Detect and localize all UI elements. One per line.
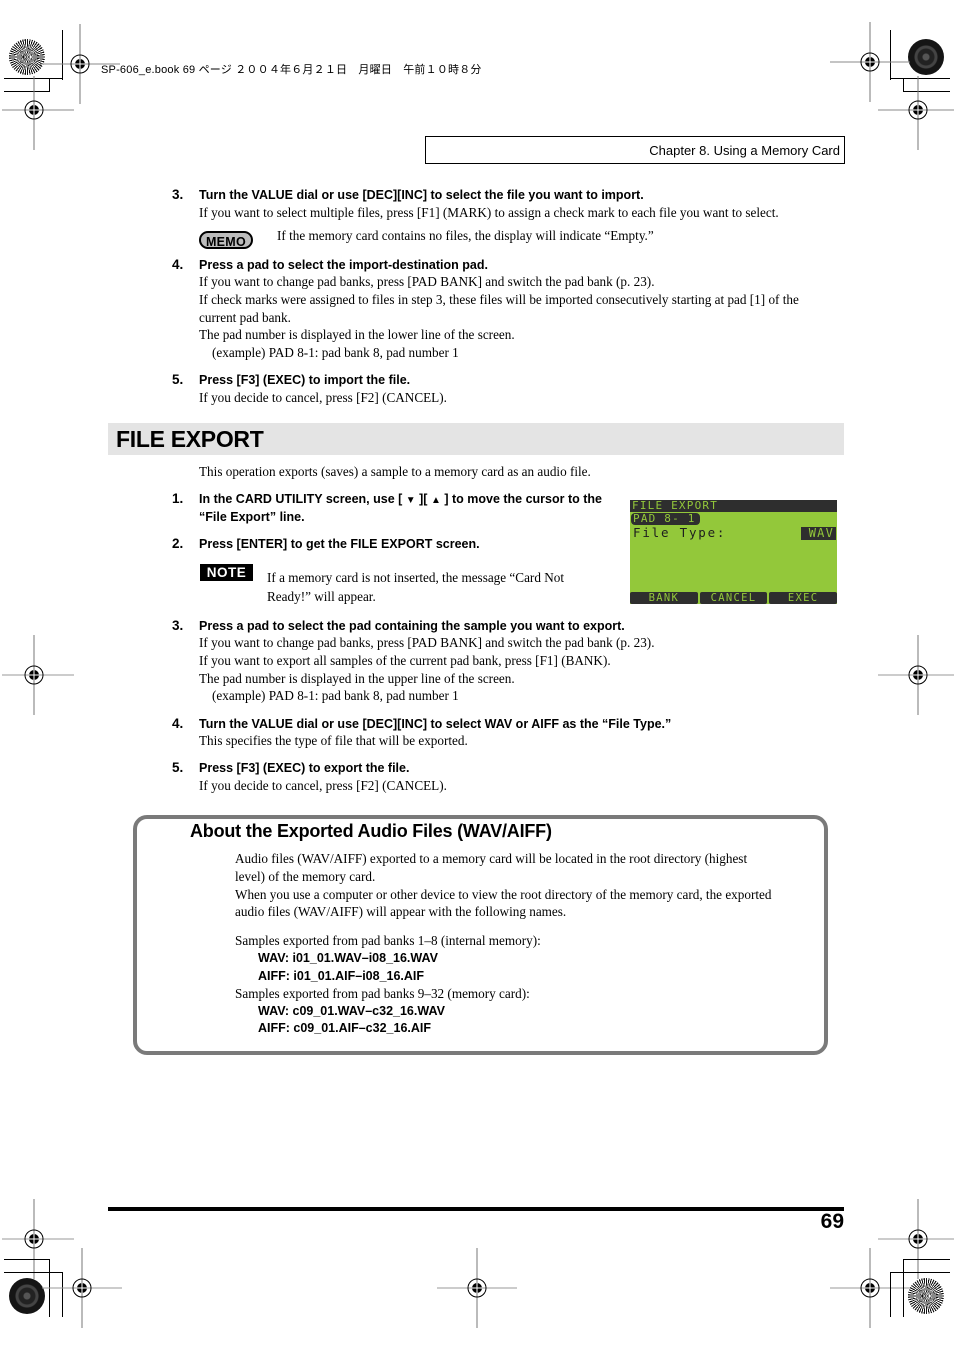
step-number: 5. bbox=[172, 372, 184, 387]
registration-crosshair-icon bbox=[42, 1248, 122, 1328]
step-title: Press [ENTER] to get the FILE EXPORT scr… bbox=[199, 537, 480, 551]
registration-star-icon bbox=[908, 1278, 944, 1314]
lcd-field-label: File Type: bbox=[633, 525, 727, 540]
registration-crosshair-icon bbox=[2, 635, 74, 715]
step-text: If you want to select multiple files, pr… bbox=[199, 205, 779, 220]
print-meta-line: SP-606_e.book 69 ページ ２００４年６月２１日 月曜日 午前１０… bbox=[101, 64, 482, 76]
step-title-part: ] to move the cursor to the bbox=[440, 492, 602, 506]
lcd-f3-exec: EXEC bbox=[769, 592, 838, 604]
step-number: 3. bbox=[172, 187, 184, 202]
step-number: 5. bbox=[172, 760, 184, 775]
registration-star-icon bbox=[9, 1278, 45, 1314]
step-title: Press [F3] (EXEC) to export the file. bbox=[199, 761, 410, 775]
memo-badge: MEMO bbox=[199, 231, 253, 249]
file-group-label: Samples exported from pad banks 1–8 (int… bbox=[235, 933, 541, 948]
info-box-title: About the Exported Audio Files (WAV/AIFF… bbox=[190, 821, 552, 841]
step-text: If you decide to cancel, press [F2] (CAN… bbox=[199, 390, 447, 405]
chapter-header: Chapter 8. Using a Memory Card bbox=[425, 136, 845, 164]
note-badge: NOTE bbox=[200, 564, 253, 581]
up-arrow-icon: ▲ bbox=[430, 495, 441, 506]
lcd-pad-indicator: PAD 8- 1 bbox=[631, 513, 700, 525]
step-example: (example) PAD 8-1: pad bank 8, pad numbe… bbox=[212, 345, 459, 360]
step-text: This specifies the type of file that wil… bbox=[199, 733, 468, 748]
step-number: 4. bbox=[172, 716, 184, 731]
step-text: If you decide to cancel, press [F2] (CAN… bbox=[199, 778, 447, 793]
info-text: audio files (WAV/AIFF) will appear with … bbox=[235, 904, 567, 919]
lcd-f2-cancel: CANCEL bbox=[699, 592, 768, 604]
step-title: Press a pad to select the import-destina… bbox=[199, 258, 488, 272]
info-text: When you use a computer or other device … bbox=[235, 887, 772, 902]
info-text: level) of the memory card. bbox=[235, 869, 376, 884]
file-name-wav: WAV: c09_01.WAV–c32_16.WAV bbox=[258, 1004, 445, 1018]
lcd-field-value: WAV bbox=[800, 527, 836, 540]
lcd-function-bar: BANK CANCEL EXEC bbox=[630, 592, 838, 604]
step-title: In the CARD UTILITY screen, use [ ▼ ][ ▲… bbox=[199, 492, 602, 506]
step-text: If you want to change pad banks, press [… bbox=[199, 274, 655, 289]
registration-crosshair-icon bbox=[437, 1248, 517, 1328]
step-text: If you want to export all samples of the… bbox=[199, 653, 611, 668]
file-name-aiff: AIFF: c09_01.AIF–c32_16.AIF bbox=[258, 1021, 431, 1035]
file-name-wav: WAV: i01_01.WAV–i08_16.WAV bbox=[258, 951, 438, 965]
step-title: Turn the VALUE dial or use [DEC][INC] to… bbox=[199, 188, 644, 202]
info-text: Audio files (WAV/AIFF) exported to a mem… bbox=[235, 851, 748, 866]
step-title: Turn the VALUE dial or use [DEC][INC] to… bbox=[199, 717, 672, 731]
crop-mark bbox=[903, 1259, 904, 1317]
memo-text: If the memory card contains no files, th… bbox=[277, 228, 654, 243]
note-text: Ready!” will appear. bbox=[267, 589, 376, 604]
file-name-aiff: AIFF: i01_01.AIF–i08_16.AIF bbox=[258, 969, 425, 983]
lcd-f1-bank: BANK bbox=[630, 592, 698, 604]
page-number: 69 bbox=[820, 1210, 844, 1233]
step-example: (example) PAD 8-1: pad bank 8, pad numbe… bbox=[212, 688, 459, 703]
step-title-part: In the CARD UTILITY screen, use [ bbox=[199, 492, 406, 506]
step-number: 1. bbox=[172, 491, 184, 506]
step-text: current pad bank. bbox=[199, 310, 291, 325]
step-title-continued: “File Export” line. bbox=[199, 510, 305, 524]
crop-mark bbox=[890, 1272, 891, 1317]
section-title: FILE EXPORT bbox=[116, 426, 264, 452]
footer-rule bbox=[108, 1207, 844, 1211]
step-title-part: ][ bbox=[415, 492, 431, 506]
lcd-title: FILE EXPORT bbox=[630, 500, 837, 512]
step-number: 2. bbox=[172, 536, 184, 551]
crop-mark bbox=[903, 1259, 950, 1260]
registration-crosshair-icon bbox=[830, 1248, 910, 1328]
lcd-screen: FILE EXPORT PAD 8- 1 File Type: WAV BANK… bbox=[630, 500, 838, 604]
chapter-title: Chapter 8. Using a Memory Card bbox=[649, 143, 840, 158]
registration-crosshair-icon bbox=[878, 635, 954, 715]
section-intro: This operation exports (saves) a sample … bbox=[199, 464, 591, 479]
step-text: If you want to change pad banks, press [… bbox=[199, 635, 655, 650]
file-group-label: Samples exported from pad banks 9–32 (me… bbox=[235, 986, 530, 1001]
crop-mark bbox=[890, 1272, 950, 1273]
note-text: If a memory card is not inserted, the me… bbox=[267, 570, 564, 585]
step-number: 3. bbox=[172, 618, 184, 633]
step-title: Press [F3] (EXEC) to import the file. bbox=[199, 373, 411, 387]
step-title: Press a pad to select the pad containing… bbox=[199, 619, 625, 633]
registration-crosshair-icon bbox=[2, 76, 74, 150]
section-heading-band: FILE EXPORT bbox=[108, 423, 844, 455]
down-arrow-icon: ▼ bbox=[405, 495, 416, 506]
step-text: The pad number is displayed in the upper… bbox=[199, 671, 515, 686]
registration-crosshair-icon bbox=[878, 76, 954, 150]
step-text: The pad number is displayed in the lower… bbox=[199, 327, 515, 342]
step-text: If check marks were assigned to files in… bbox=[199, 292, 799, 307]
step-number: 4. bbox=[172, 257, 184, 272]
